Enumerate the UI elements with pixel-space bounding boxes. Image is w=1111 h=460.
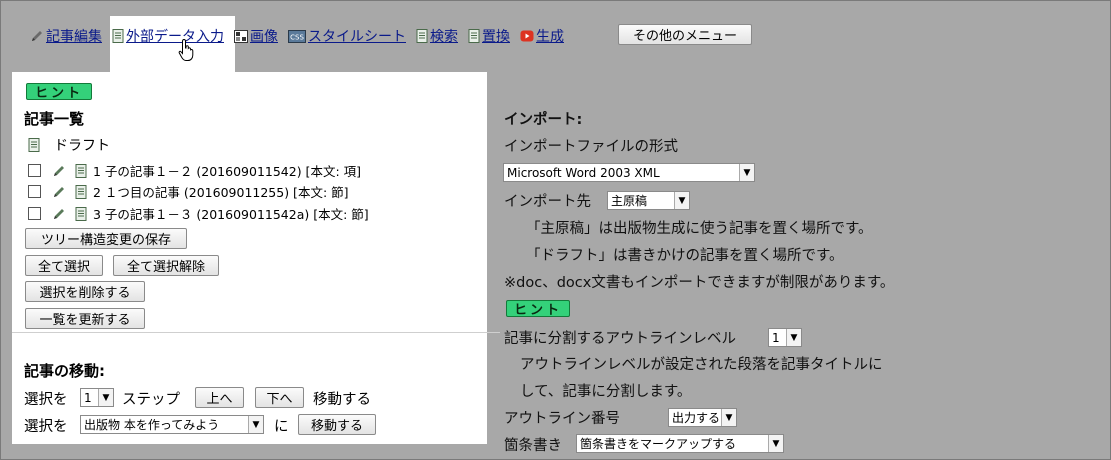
article-title[interactable]: 3 子の記事１－３ (201609011542a) [本文: 節] [93, 204, 369, 223]
hint-button[interactable]: ヒント [26, 83, 92, 101]
outline-description-2: して、記事に分割します。 [520, 384, 692, 400]
article-title[interactable]: 2 １つ目の記事 (201609011255) [本文: 節] [93, 182, 349, 201]
note-doc-limitation: ※doc、docx文書もインポートできますが制限があります。 [504, 275, 895, 291]
chevron-down-icon: ▼ [786, 329, 801, 346]
nav-label: 外部データ入力 [126, 29, 224, 45]
move-to-button[interactable]: 移動する [298, 414, 376, 435]
document-icon[interactable] [75, 163, 87, 178]
article-title[interactable]: 1 子の記事１－２ (201609011542) [本文: 項] [93, 161, 361, 180]
nav-label: 画像 [250, 29, 278, 45]
refresh-list-button[interactable]: 一覧を更新する [25, 308, 145, 329]
outline-number-label: アウトライン番号 [504, 411, 620, 427]
target-publication-select[interactable]: 出版物 本を作ってみよう ▼ [80, 415, 264, 434]
nav-generate[interactable]: 生成 [520, 26, 564, 46]
nav-label: スタイルシート [308, 29, 406, 45]
article-row: 1 子の記事１－２ (201609011542) [本文: 項] [28, 161, 361, 180]
deselect-all-button[interactable]: 全て選択解除 [113, 255, 219, 276]
nav-label: 記事編集 [46, 29, 102, 45]
move-row2-prefix: 選択を [24, 419, 68, 435]
outline-description-1: アウトラインレベルが設定された段落を記事タイトルに [520, 357, 883, 373]
document-icon [112, 29, 124, 43]
move-row1-suffix: 移動する [313, 392, 371, 408]
outline-number-select[interactable]: 出力する ▼ [668, 408, 737, 427]
move-down-button[interactable]: 下へ [255, 387, 304, 408]
document-icon [468, 29, 480, 43]
nav-article-edit[interactable]: 記事編集 [30, 26, 102, 46]
save-tree-button[interactable]: ツリー構造変更の保存 [25, 228, 187, 249]
more-menu-button[interactable]: その他のメニュー [618, 24, 752, 45]
import-format-label: インポートファイルの形式 [504, 139, 678, 155]
bullets-value: 箇条書きをマークアップする [580, 437, 737, 451]
youtube-icon [520, 30, 534, 42]
chevron-down-icon: ▼ [98, 389, 113, 406]
document-icon[interactable] [75, 206, 87, 221]
nav-search[interactable]: 検索 [416, 26, 458, 46]
nav-replace[interactable]: 置換 [468, 26, 510, 46]
import-destination-label: インポート先 [504, 194, 591, 210]
draft-label: ドラフト [54, 138, 110, 154]
move-row2-ni: に [274, 419, 289, 435]
import-format-select[interactable]: Microsoft Word 2003 XML ▼ [503, 163, 755, 182]
nav-label: 置換 [482, 29, 510, 45]
bullets-label: 箇条書き [504, 438, 562, 454]
nav-image[interactable]: 画像 [234, 26, 278, 46]
pencil-icon [32, 31, 42, 41]
document-icon [28, 138, 40, 152]
import-title: インポート: [504, 112, 583, 128]
draft-folder[interactable]: ドラフト [28, 135, 110, 155]
chevron-down-icon: ▼ [674, 192, 689, 209]
target-value: 出版物 本を作ってみよう [84, 418, 220, 432]
document-icon [416, 29, 428, 43]
css-icon: CSS [288, 29, 306, 43]
note-main-manuscript: 「主原稿」は出版物生成に使う記事を置く場所です。 [526, 221, 873, 237]
article-checkbox[interactable] [28, 207, 41, 220]
nav-label: 生成 [536, 29, 564, 45]
import-format-value: Microsoft Word 2003 XML [507, 165, 660, 180]
document-icon[interactable] [75, 184, 87, 199]
delete-selected-button[interactable]: 選択を削除する [25, 281, 145, 302]
article-checkbox[interactable] [28, 164, 41, 177]
move-row1-prefix: 選択を [24, 392, 68, 408]
bullets-select[interactable]: 箇条書きをマークアップする ▼ [576, 434, 784, 453]
step-select[interactable]: 1 ▼ [80, 388, 114, 407]
article-row: 3 子の記事１－３ (201609011542a) [本文: 節] [28, 204, 369, 223]
article-list-panel: ヒント 記事一覧 ドラフト 1 子の記事１－２ (201609011542) [… [12, 72, 487, 444]
edit-pencil-icon[interactable] [51, 207, 67, 221]
import-destination-select[interactable]: 主原稿 ▼ [607, 191, 690, 210]
chevron-down-icon: ▼ [739, 164, 754, 181]
article-checkbox[interactable] [28, 185, 41, 198]
nav-stylesheet[interactable]: CSS スタイルシート [288, 26, 406, 46]
select-all-button[interactable]: 全て選択 [25, 255, 103, 276]
hand-cursor-icon [178, 38, 194, 61]
svg-text:CSS: CSS [290, 33, 304, 41]
section-divider [12, 332, 500, 333]
edit-pencil-icon[interactable] [51, 164, 67, 178]
step-value: 1 [84, 390, 92, 405]
outline-level-label: 記事に分割するアウトラインレベル [504, 331, 736, 347]
import-destination-value: 主原稿 [611, 194, 648, 208]
outline-number-value: 出力する [672, 411, 721, 425]
article-row: 2 １つ目の記事 (201609011255) [本文: 節] [28, 182, 349, 201]
nav-external-data-input[interactable]: 外部データ入力 [112, 26, 224, 46]
note-draft: 「ドラフト」は書きかけの記事を置く場所です。 [526, 248, 844, 264]
outline-level-value: 1 [772, 330, 780, 345]
edit-pencil-icon[interactable] [51, 185, 67, 199]
import-hint-button[interactable]: ヒント [506, 300, 570, 318]
move-section-title: 記事の移動: [24, 362, 105, 380]
article-list-title: 記事一覧 [24, 110, 85, 128]
step-label: ステップ [122, 392, 180, 408]
move-up-button[interactable]: 上へ [195, 387, 244, 408]
image-icon [234, 29, 248, 43]
nav-label: 検索 [430, 29, 458, 45]
top-nav: 記事編集 外部データ入力 画像 CSS スタイルシート 検索 置換 生成 [30, 26, 574, 46]
chevron-down-icon: ▼ [721, 409, 736, 426]
outline-level-select[interactable]: 1 ▼ [768, 328, 802, 347]
chevron-down-icon: ▼ [768, 435, 783, 452]
chevron-down-icon: ▼ [248, 416, 263, 433]
